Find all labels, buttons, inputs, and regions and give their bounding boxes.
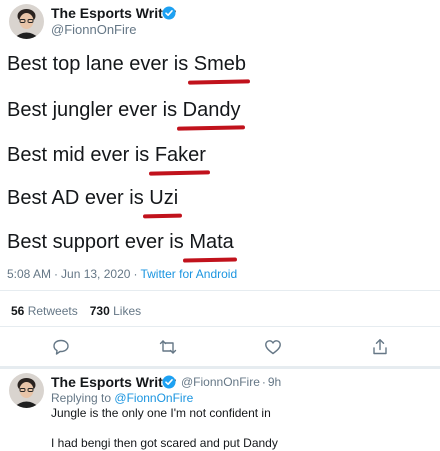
separator: ·	[261, 375, 266, 389]
like-icon[interactable]	[263, 337, 283, 357]
tweet-line: Best AD ever is Uzi	[7, 186, 178, 210]
tweet-line: Best top lane ever is Smeb	[7, 52, 246, 76]
underlined-player-name: Uzi	[149, 187, 179, 209]
avatar[interactable]	[9, 4, 44, 39]
share-icon[interactable]	[370, 337, 390, 357]
likes-count: 730	[89, 304, 110, 318]
tweet-line-text: Best mid ever is	[7, 144, 155, 166]
divider	[0, 366, 440, 369]
replying-to-label: Replying to	[51, 391, 112, 405]
verified-badge-icon	[162, 6, 176, 20]
verified-badge-icon	[162, 375, 176, 389]
reply-meta: @FionnOnFire · 9h	[181, 375, 281, 390]
separator: ·	[133, 267, 138, 281]
tweet-line-text: Best support ever is	[7, 231, 190, 253]
tweet-stats: 56 Retweets 730 Likes	[11, 304, 141, 318]
retweets-count: 56	[11, 304, 25, 318]
tweet-line-text: Best jungler ever is	[7, 99, 183, 121]
author-name[interactable]: The Esports Writer	[51, 5, 176, 21]
divider	[0, 326, 440, 327]
divider	[0, 290, 440, 291]
separator: ·	[54, 267, 59, 281]
retweet-icon[interactable]	[158, 337, 178, 357]
tweet-source-link[interactable]: Twitter for Android	[140, 267, 237, 281]
replying-to: Replying to @FionnOnFire	[51, 391, 193, 406]
tweet-line: Best mid ever is Faker	[7, 143, 206, 167]
underlined-player-name: Smeb	[193, 53, 247, 75]
avatar[interactable]	[9, 373, 44, 408]
tweet-thread: The Esports Writer @FionnOnFire Best top…	[0, 0, 440, 451]
reply-text-line: I had bengi then got scared and put Dand…	[51, 436, 278, 450]
retweets-label: Retweets	[27, 304, 78, 318]
author-name[interactable]: The Esports Writer	[51, 374, 176, 390]
tweet-line-text: Best AD ever is	[7, 187, 150, 209]
underlined-player-name: Faker	[154, 144, 206, 166]
tweet-line: Best support ever is Mata	[7, 230, 234, 254]
reply-text-line: Jungle is the only one I'm not confident…	[51, 406, 271, 420]
tweet-line-text: Best top lane ever is	[7, 53, 194, 75]
underlined-player-name: Mata	[189, 231, 234, 253]
tweet-line: Best jungler ever is Dandy	[7, 98, 240, 122]
tweet-time[interactable]: 5:08 AM	[7, 267, 51, 281]
likes-stat[interactable]: 730 Likes	[90, 304, 141, 318]
likes-label: Likes	[113, 304, 142, 318]
author-handle[interactable]: @FionnOnFire	[181, 375, 260, 389]
tweet-timestamp: 5:08 AM · Jun 13, 2020 · Twitter for Android	[7, 267, 237, 281]
author-handle[interactable]: @FionnOnFire	[51, 22, 136, 37]
tweet-date[interactable]: Jun 13, 2020	[61, 267, 130, 281]
reply-icon[interactable]	[51, 337, 71, 357]
underlined-player-name: Dandy	[182, 99, 241, 121]
replying-to-mention[interactable]: @FionnOnFire	[114, 391, 193, 405]
retweets-stat[interactable]: 56 Retweets	[11, 304, 78, 318]
tweet-time[interactable]: 9h	[268, 375, 281, 389]
